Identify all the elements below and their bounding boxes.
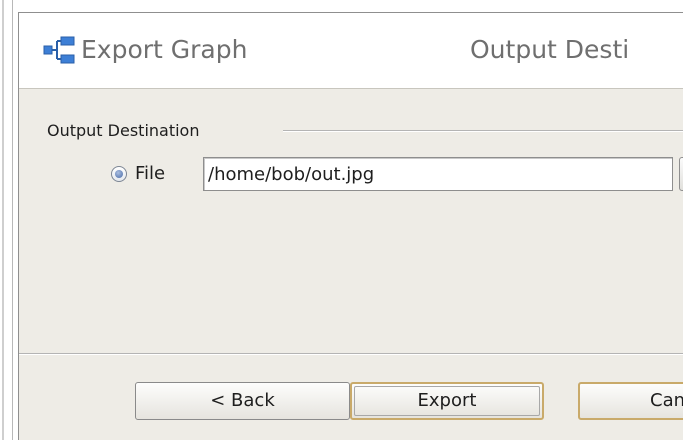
back-button[interactable]: < Back <box>135 382 350 420</box>
file-radio-button[interactable] <box>111 166 127 182</box>
browse-button[interactable] <box>679 157 683 191</box>
wizard-header: Export Graph Output Desti <box>19 13 683 89</box>
graph-hierarchy-icon <box>43 36 75 64</box>
export-graph-dialog: Export Graph Output Desti Output Destina… <box>18 12 683 440</box>
radio-selected-dot <box>115 170 123 178</box>
cancel-button[interactable]: Can <box>578 382 683 420</box>
left-window-edge <box>0 0 13 440</box>
step-title: Output Desti <box>470 35 630 64</box>
export-button[interactable]: Export <box>350 382 544 420</box>
left-edge-line <box>2 0 4 440</box>
group-divider <box>283 130 683 132</box>
output-destination-label: Output Destination <box>47 121 200 140</box>
file-radio-label[interactable]: File <box>135 163 165 185</box>
cancel-button-label: Can <box>650 390 683 411</box>
back-button-label: < Back <box>210 390 275 411</box>
button-bar-separator <box>19 353 683 355</box>
file-path-input[interactable] <box>203 157 673 191</box>
export-button-label: Export <box>417 390 477 411</box>
dialog-title: Export Graph <box>81 35 248 64</box>
